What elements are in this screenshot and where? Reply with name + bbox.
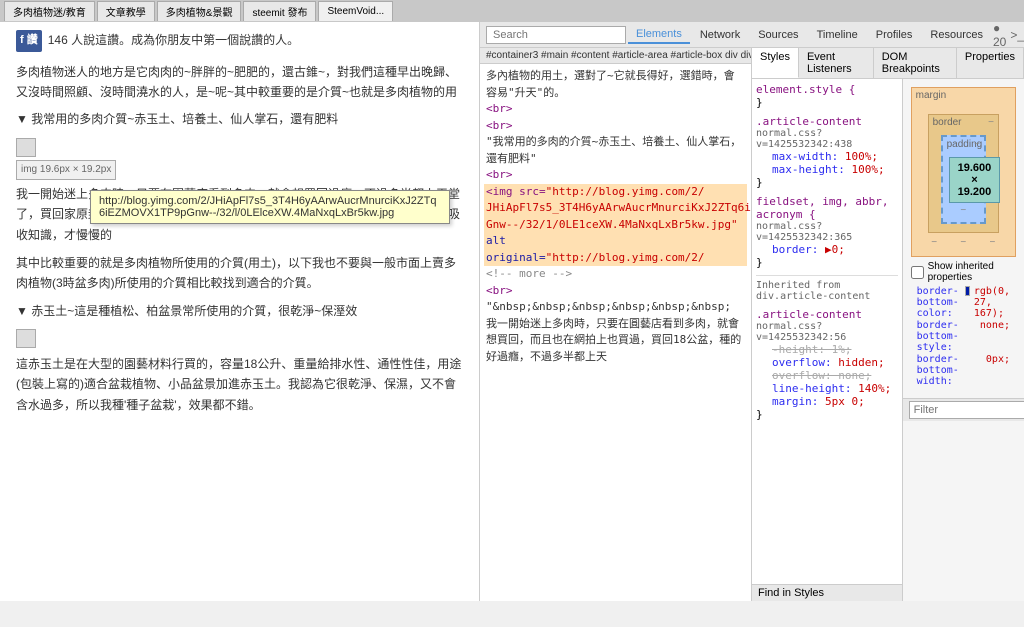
styles-box-panel: Styles Event Listeners DOM Breakpoints P… [752, 48, 1024, 601]
style-tab-event-listeners[interactable]: Event Listeners [799, 48, 874, 78]
img-placeholder-2 [16, 329, 36, 348]
breadcrumb: #container3 #main #content #article-area… [480, 48, 751, 64]
counter-badge: ● 20 [993, 22, 1006, 49]
devtools-search-input[interactable] [486, 26, 626, 44]
webpage-panel: f 讚 146 人說這讚。成為你朋友中第一個說讚的人。 多肉植物迷人的地方是它肉… [0, 22, 480, 601]
devtools-tab-resources[interactable]: Resources [922, 27, 991, 43]
property-list: border-bottom-color: rgb(0, 27, 167); bo… [911, 283, 1016, 390]
html-line: 多內植物的用土，選對了~它就長得好，選錯時，會容易"升天"的。 [484, 68, 747, 101]
property-border-bottom-color: border-bottom-color: rgb(0, 27, 167); [917, 286, 1010, 319]
devtools-icon-bar: ● 20 >_ ⚙ ⊡ ✕ [993, 22, 1024, 49]
border-label: border [933, 117, 962, 128]
html-line-img-3: Gnw--/32/1/0LE1ceXW.4MaNxqLxBr5kw.jpg" a… [484, 217, 747, 250]
devtools-panel: Elements Network Sources Timeline Profil… [480, 22, 1024, 601]
html-line-br: <br> [484, 283, 747, 300]
margin-label: margin [916, 90, 947, 101]
tab-4[interactable]: steemit 發布 [243, 1, 316, 21]
url-tooltip: http://blog.yimg.com/2/JHiApFl7s5_3T4H6y… [90, 190, 450, 224]
content-dimensions: 19.600 × 19.200 [958, 162, 992, 198]
box-padding: padding − 19.600 × 19.200 − [941, 135, 986, 224]
devtools-tab-elements[interactable]: Elements [628, 26, 690, 44]
tab-2[interactable]: 文章教學 [97, 1, 155, 21]
html-line: <br> [484, 101, 747, 118]
style-tab-dom-breakpoints[interactable]: DOM Breakpoints [874, 48, 957, 78]
main-area: f 讚 146 人說這讚。成為你朋友中第一個說讚的人。 多肉植物迷人的地方是它肉… [0, 22, 1024, 601]
article-paragraph-4: 這赤玉土是在大型的園藝材料行買的，容量18公升、重量給排水性、通性性佳，用途(包… [16, 354, 463, 415]
html-line-img-2: JHiApFl7s5_3T4H6yAArwAucrMnurciKxJ2ZTq6i… [484, 200, 747, 217]
img-label: img 19.6px × 19.2px [16, 160, 116, 180]
fb-like-bar: f 讚 146 人說這讚。成為你朋友中第一個說讚的人。 [16, 30, 463, 52]
styles-box-split: element.style { } .article-content norma… [752, 79, 1024, 601]
css-rule-article-content-1: .article-content normal.css?v=1425532342… [756, 115, 898, 189]
find-in-styles-label: Find in Styles [758, 587, 824, 599]
show-inherited-checkbox[interactable] [911, 266, 924, 279]
box-model-panel: margin border − padding − 19.600 × 19.20… [902, 79, 1024, 601]
devtools-tab-profiles[interactable]: Profiles [868, 27, 921, 43]
html-line-img-4: original="http://blog.yimg.com/2/ [484, 250, 747, 267]
color-swatch [965, 286, 970, 296]
styles-rules-panel: element.style { } .article-content norma… [752, 79, 902, 601]
box-content-size: 19.600 × 19.200 [949, 157, 1001, 203]
fb-icon: f 讚 [16, 30, 42, 52]
box-model-diagram: margin border − padding − 19.600 × 19.20… [911, 87, 1016, 257]
html-line-img: <img src="http://blog.yimg.com/2/ [484, 184, 747, 201]
css-inherited-header: Inherited from div.article-content [756, 275, 898, 302]
style-panel-tabs: Styles Event Listeners DOM Breakpoints P… [752, 48, 1024, 79]
tab-3[interactable]: 多肉植物&景觀 [157, 1, 242, 21]
filter-bar [903, 398, 1024, 421]
css-rule-fieldset: fieldset, img, abbr, acronym { normal.cs… [756, 195, 898, 269]
html-content[interactable]: 多內植物的用土，選對了~它就長得好，選錯時，會容易"升天"的。 <br> <br… [480, 64, 751, 601]
html-line-comment: <!-- more --> [484, 266, 747, 283]
show-inherited-checkbox-row: Show inherited properties [911, 261, 1016, 283]
devtools-main: #container3 #main #content #article-area… [480, 48, 1024, 601]
devtools-tab-timeline[interactable]: Timeline [809, 27, 866, 43]
show-inherited-label: Show inherited properties [928, 261, 1016, 283]
devtools-toolbar: Elements Network Sources Timeline Profil… [480, 22, 1024, 48]
box-border: border − padding − 19.600 × 19.200 [928, 114, 999, 233]
console-icon[interactable]: >_ [1010, 28, 1024, 42]
html-line-text: "&nbsp;&nbsp;&nbsp;&nbsp;&nbsp;&nbsp; 我一… [484, 299, 747, 365]
style-tab-properties[interactable]: Properties [957, 48, 1024, 78]
webpage-content: f 讚 146 人說這讚。成為你朋友中第一個說讚的人。 多肉植物迷人的地方是它肉… [0, 22, 479, 601]
find-in-styles-bar: Find in Styles [752, 584, 902, 601]
styles-content[interactable]: element.style { } .article-content norma… [752, 79, 902, 584]
box-model-content: margin border − padding − 19.600 × 19.20… [903, 79, 1024, 398]
inherited-properties-section: Show inherited properties border-bottom-… [911, 261, 1016, 390]
browser-chrome: 多肉植物迷/教育 文章教學 多肉植物&景觀 steemit 發布 SteemVo… [0, 0, 1024, 22]
devtools-tab-sources[interactable]: Sources [750, 27, 806, 43]
html-line: <br> [484, 118, 747, 135]
img-placeholder-area: img 19.6px × 19.2px [16, 136, 463, 180]
property-border-bottom-width: border-bottom-width: 0px; [917, 354, 1010, 387]
css-rule-article-content-2: .article-content normal.css?v=1425532342… [756, 308, 898, 421]
style-tab-styles[interactable]: Styles [752, 48, 799, 78]
html-line: <br> [484, 167, 747, 184]
tab-bar: 多肉植物迷/教育 文章教學 多肉植物&景觀 steemit 發布 SteemVo… [0, 0, 1024, 22]
img-placeholder-2-area [16, 327, 463, 350]
tab-5[interactable]: SteemVoid... [318, 1, 393, 21]
box-bottom-labels: −−− [920, 237, 1007, 248]
tab-1[interactable]: 多肉植物迷/教育 [4, 1, 95, 21]
html-line: "我常用的多肉的介質~赤玉土、培養土、仙人掌石，還有肥料" [484, 134, 747, 167]
css-rule-element-style: element.style { } [756, 83, 898, 109]
devtools-tab-network[interactable]: Network [692, 27, 748, 43]
filter-input[interactable] [909, 401, 1024, 419]
img-placeholder [16, 138, 36, 157]
property-border-bottom-style: border-bottom-style: none; [917, 320, 1010, 353]
padding-minus: − [974, 139, 980, 150]
article-paragraph-1: 多肉植物迷人的地方是它肉肉的~胖胖的~肥肥的，還古錐~，對我們這種早出晚歸、又沒… [16, 62, 463, 103]
section-header-2: ▼ 赤玉土~這是種植松、柏盆景常所使用的介質，很乾淨~保溼效 [16, 302, 463, 321]
article-paragraph-3: 其中比較重要的就是多肉植物所使用的介質(用土)，以下我也不要與一般市面上賣多肉植… [16, 253, 463, 294]
html-panel: #container3 #main #content #article-area… [480, 48, 752, 601]
border-minus: − [988, 117, 994, 128]
section-header-1: ▼ 我常用的多肉介質~赤玉土、培養土、仙人掌石，還有肥料 [16, 110, 463, 129]
fb-like-text: 146 人說這讚。成為你朋友中第一個說讚的人。 [48, 31, 299, 50]
